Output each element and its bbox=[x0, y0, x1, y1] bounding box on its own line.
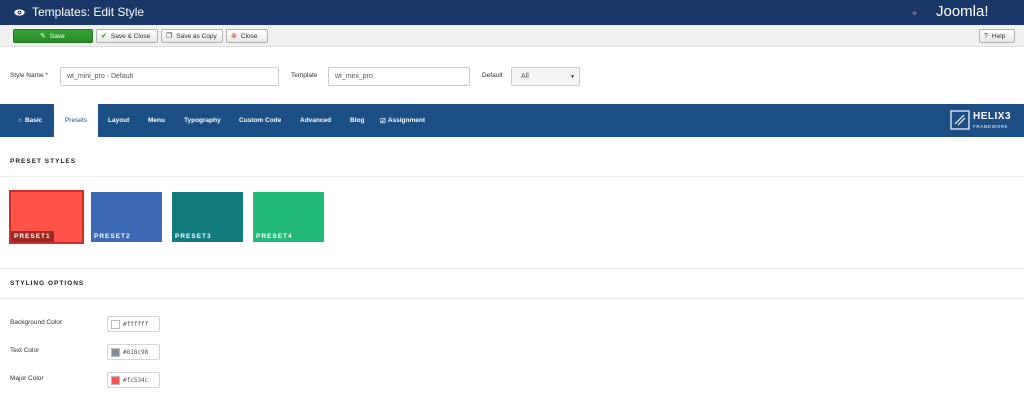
save-copy-button[interactable]: ❐ Save as Copy bbox=[161, 29, 223, 43]
check-icon: ✔ bbox=[101, 32, 107, 40]
check-square-icon: ☑ bbox=[380, 117, 386, 125]
preset-4[interactable]: PRESET4 bbox=[253, 192, 324, 242]
question-circle-icon: ? bbox=[984, 32, 988, 40]
tab-presets[interactable]: Presets bbox=[54, 104, 98, 137]
style-name-input[interactable]: wt_mini_pro - Default bbox=[60, 67, 279, 86]
major-color-value: #fc534c bbox=[123, 376, 149, 384]
tab-presets-label: Presets bbox=[64, 117, 88, 124]
tab-menu[interactable]: Menu bbox=[148, 104, 165, 137]
major-color-swatch bbox=[111, 375, 120, 385]
tab-blog-label: Blog bbox=[350, 117, 365, 124]
help-button[interactable]: ? Help bbox=[979, 29, 1015, 43]
tab-custom-code-label: Custom Code bbox=[239, 117, 282, 124]
text-color-picker[interactable]: #818c98 bbox=[107, 344, 160, 360]
close-button[interactable]: ⊗ Close bbox=[226, 29, 268, 43]
helix3-logo: HELIX3 FRAMEWORK bbox=[950, 110, 1014, 132]
tab-layout-label: Layout bbox=[108, 117, 130, 124]
save-close-button-label: Save & Close bbox=[110, 32, 151, 40]
tab-basic-label: Basic bbox=[24, 117, 43, 124]
tab-advanced-label: Advanced bbox=[300, 117, 332, 124]
joomla-logo-icon bbox=[912, 10, 917, 16]
save-copy-button-label: Save as Copy bbox=[176, 32, 217, 40]
template-label: Template bbox=[291, 72, 318, 79]
text-color-label: Text Color bbox=[10, 347, 40, 354]
app-header: Templates: Edit Style Joomla! bbox=[0, 0, 1024, 25]
caret-down-icon: ▼ bbox=[570, 74, 575, 80]
preset-3[interactable]: PRESET3 bbox=[172, 192, 243, 242]
tab-menu-label: Menu bbox=[148, 117, 165, 124]
save-button[interactable]: ✎ Save bbox=[13, 29, 93, 43]
save-close-button[interactable]: ✔ Save & Close bbox=[96, 29, 158, 43]
template-input[interactable]: wt_mini_pro bbox=[328, 67, 470, 86]
eye-icon bbox=[14, 9, 25, 16]
section-divider bbox=[0, 298, 1024, 299]
preset-4-label: PRESET4 bbox=[256, 233, 293, 240]
style-name-label: Style Name * bbox=[10, 72, 48, 79]
page-title: Templates: Edit Style bbox=[32, 5, 145, 19]
default-select[interactable]: All ▼ bbox=[511, 67, 580, 86]
help-button-label: Help bbox=[991, 32, 1006, 40]
save-button-label: Save bbox=[49, 32, 65, 40]
close-button-label: Close bbox=[240, 32, 258, 40]
preset-1[interactable]: PRESET1 bbox=[9, 190, 84, 244]
background-color-picker[interactable]: #ffffff bbox=[107, 316, 160, 332]
home-icon: ⌂ bbox=[18, 117, 22, 124]
tab-assignment[interactable]: ☑ Assignment bbox=[380, 104, 425, 137]
default-label: Default bbox=[482, 72, 503, 79]
background-color-swatch bbox=[111, 319, 120, 329]
major-color-picker[interactable]: #fc534c bbox=[107, 372, 160, 388]
background-color-value: #ffffff bbox=[123, 320, 149, 328]
preset-3-label: PRESET3 bbox=[175, 233, 212, 240]
tab-basic[interactable]: ⌂ Basic bbox=[18, 104, 42, 137]
helix-logo-icon bbox=[950, 110, 970, 130]
preset-2-label: PRESET2 bbox=[94, 233, 131, 240]
preset-2[interactable]: PRESET2 bbox=[91, 192, 162, 242]
styling-options-title: STYLING OPTIONS bbox=[10, 280, 85, 287]
tab-typography-label: Typography bbox=[184, 117, 221, 124]
tab-blog[interactable]: Blog bbox=[350, 104, 364, 137]
text-color-value: #818c98 bbox=[123, 348, 149, 356]
joomla-logo-text: Joomla! bbox=[936, 3, 989, 20]
default-select-value: All bbox=[521, 73, 529, 80]
close-circle-icon: ⊗ bbox=[231, 32, 237, 40]
preset-1-label: PRESET1 bbox=[11, 231, 54, 242]
tab-assignment-label: Assignment bbox=[387, 117, 426, 124]
tab-advanced[interactable]: Advanced bbox=[300, 104, 331, 137]
major-color-label: Major Color bbox=[10, 375, 44, 382]
text-color-swatch bbox=[111, 347, 120, 357]
helix-brand: HELIX3 bbox=[973, 111, 1012, 122]
preset-styles-title: PRESET STYLES bbox=[10, 158, 77, 165]
background-color-label: Background Color bbox=[10, 319, 63, 326]
tab-custom-code[interactable]: Custom Code bbox=[239, 104, 281, 137]
tab-typography[interactable]: Typography bbox=[184, 104, 221, 137]
section-divider bbox=[0, 176, 1024, 177]
section-divider bbox=[0, 268, 1024, 269]
helix-brand-sub: FRAMEWORK bbox=[973, 124, 1009, 129]
edit-icon: ✎ bbox=[40, 32, 46, 40]
copy-icon: ❐ bbox=[166, 32, 173, 40]
tab-layout[interactable]: Layout bbox=[108, 104, 129, 137]
